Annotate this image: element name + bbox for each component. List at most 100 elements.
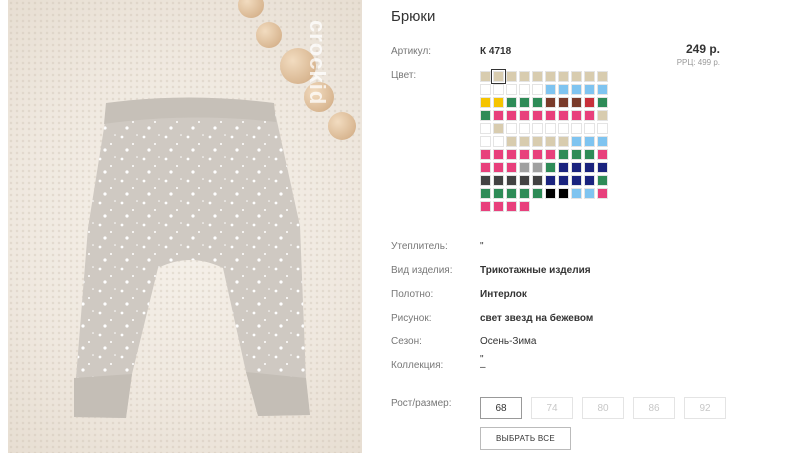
color-swatch[interactable] <box>506 162 517 173</box>
size-option-68[interactable]: 68 <box>480 397 522 419</box>
color-swatch[interactable] <box>584 97 595 108</box>
color-swatch[interactable] <box>584 136 595 147</box>
color-swatch[interactable] <box>506 84 517 95</box>
color-swatch[interactable] <box>571 149 582 160</box>
color-swatch[interactable] <box>584 123 595 134</box>
color-swatch[interactable] <box>584 84 595 95</box>
color-swatch[interactable] <box>532 175 543 186</box>
color-swatch[interactable] <box>597 175 608 186</box>
color-swatch[interactable] <box>584 110 595 121</box>
color-swatch[interactable] <box>506 110 517 121</box>
color-swatch[interactable] <box>493 84 504 95</box>
color-swatch[interactable] <box>519 97 530 108</box>
size-option-92[interactable]: 92 <box>684 397 726 419</box>
color-swatch[interactable] <box>493 201 504 212</box>
color-swatch[interactable] <box>480 162 491 173</box>
color-swatch[interactable] <box>545 71 556 82</box>
color-swatch[interactable] <box>480 84 491 95</box>
color-swatch[interactable] <box>597 149 608 160</box>
color-swatch[interactable] <box>597 162 608 173</box>
color-swatch[interactable] <box>545 123 556 134</box>
color-swatch[interactable] <box>493 175 504 186</box>
color-swatch[interactable] <box>519 84 530 95</box>
color-swatch[interactable] <box>558 84 569 95</box>
color-swatch[interactable] <box>558 136 569 147</box>
color-swatch[interactable] <box>597 188 608 199</box>
color-swatch[interactable] <box>506 136 517 147</box>
color-swatch[interactable] <box>480 201 491 212</box>
color-swatch[interactable] <box>519 123 530 134</box>
color-swatch[interactable] <box>506 149 517 160</box>
color-swatch[interactable] <box>532 188 543 199</box>
color-swatch[interactable] <box>519 71 530 82</box>
color-swatch[interactable] <box>571 123 582 134</box>
color-swatch[interactable] <box>597 110 608 121</box>
color-swatch[interactable] <box>545 110 556 121</box>
color-swatch[interactable] <box>558 110 569 121</box>
color-swatch[interactable] <box>493 97 504 108</box>
color-swatch[interactable] <box>584 71 595 82</box>
color-swatch[interactable] <box>571 175 582 186</box>
color-swatch[interactable] <box>532 110 543 121</box>
color-swatch[interactable] <box>519 110 530 121</box>
color-swatch[interactable] <box>545 149 556 160</box>
product-image[interactable]: crockid <box>8 0 362 453</box>
color-swatch[interactable] <box>506 201 517 212</box>
color-swatch[interactable] <box>519 175 530 186</box>
size-option-80[interactable]: 80 <box>582 397 624 419</box>
color-swatch[interactable] <box>545 175 556 186</box>
color-swatch[interactable] <box>519 162 530 173</box>
color-swatch[interactable] <box>545 188 556 199</box>
color-swatch[interactable] <box>506 97 517 108</box>
color-swatch[interactable] <box>493 149 504 160</box>
color-swatch[interactable] <box>480 71 491 82</box>
size-option-86[interactable]: 86 <box>633 397 675 419</box>
select-all-button[interactable]: ВЫБРАТЬ ВСЕ <box>480 427 571 450</box>
color-swatch[interactable] <box>545 136 556 147</box>
color-swatch[interactable] <box>506 175 517 186</box>
color-swatch[interactable] <box>493 162 504 173</box>
color-swatch[interactable] <box>480 175 491 186</box>
color-swatch[interactable] <box>506 188 517 199</box>
color-swatch[interactable] <box>597 97 608 108</box>
color-swatch[interactable] <box>597 136 608 147</box>
color-swatch[interactable] <box>493 110 504 121</box>
color-swatch[interactable] <box>584 149 595 160</box>
color-swatch[interactable] <box>532 123 543 134</box>
color-swatch[interactable] <box>571 136 582 147</box>
color-swatch[interactable] <box>558 188 569 199</box>
color-swatch[interactable] <box>545 162 556 173</box>
color-swatch[interactable] <box>493 123 504 134</box>
color-swatch[interactable] <box>558 149 569 160</box>
color-swatch[interactable] <box>584 162 595 173</box>
color-swatch[interactable] <box>584 188 595 199</box>
color-swatch[interactable] <box>571 188 582 199</box>
color-swatch[interactable] <box>493 136 504 147</box>
color-swatch[interactable] <box>532 149 543 160</box>
color-swatch[interactable] <box>597 123 608 134</box>
color-swatch[interactable] <box>558 71 569 82</box>
color-swatch[interactable] <box>506 123 517 134</box>
color-swatch[interactable] <box>545 97 556 108</box>
color-swatch[interactable] <box>532 162 543 173</box>
color-swatch[interactable] <box>571 110 582 121</box>
color-swatch[interactable] <box>519 136 530 147</box>
color-swatch[interactable] <box>571 97 582 108</box>
color-swatch[interactable] <box>558 97 569 108</box>
color-swatch[interactable] <box>480 110 491 121</box>
color-swatch[interactable] <box>480 188 491 199</box>
color-swatch[interactable] <box>597 84 608 95</box>
color-swatch[interactable] <box>519 201 530 212</box>
color-swatch[interactable] <box>558 175 569 186</box>
color-swatch[interactable] <box>558 162 569 173</box>
color-swatch[interactable] <box>480 97 491 108</box>
color-swatch[interactable] <box>558 123 569 134</box>
color-swatch[interactable] <box>532 84 543 95</box>
color-swatch[interactable] <box>480 149 491 160</box>
size-option-74[interactable]: 74 <box>531 397 573 419</box>
color-swatch[interactable] <box>571 71 582 82</box>
color-swatch[interactable] <box>571 84 582 95</box>
color-swatch[interactable] <box>493 188 504 199</box>
color-swatch[interactable] <box>491 69 506 84</box>
color-swatch[interactable] <box>571 162 582 173</box>
